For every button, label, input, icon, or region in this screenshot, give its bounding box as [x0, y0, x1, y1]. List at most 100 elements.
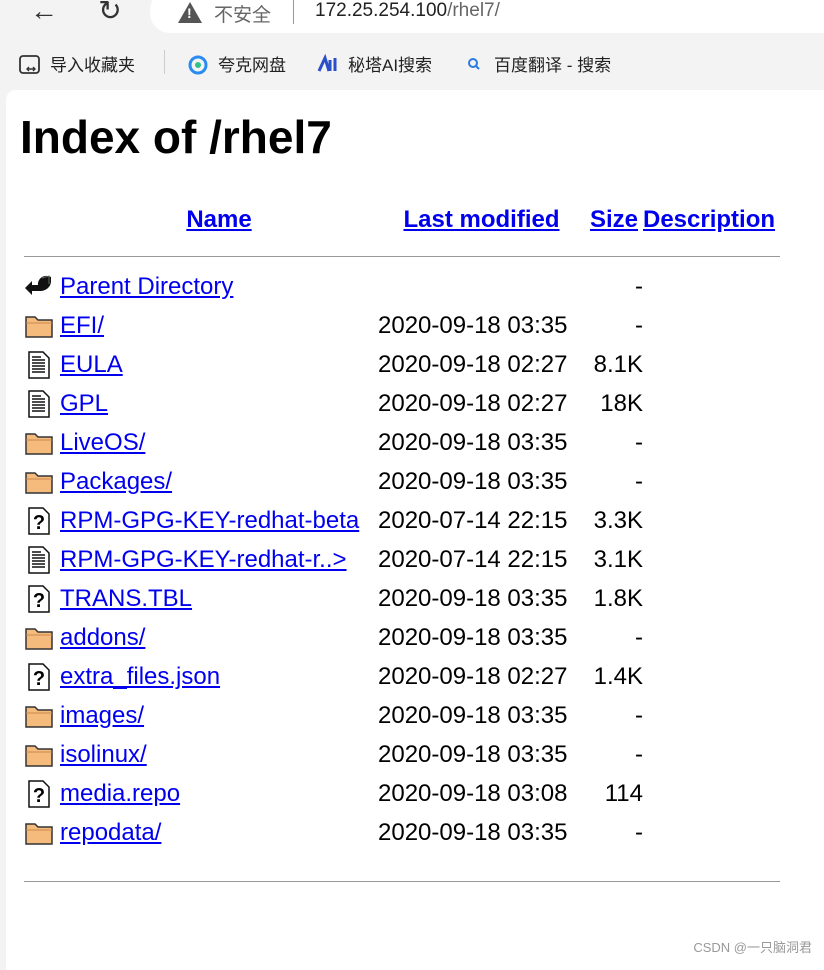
bookmark-label: 导入收藏夹	[50, 56, 135, 75]
size-cell: -	[635, 701, 643, 729]
table-row: ? TRANS.TBL 2020-09-18 03:35 1.8K	[24, 579, 783, 618]
file-link[interactable]: Parent Directory	[60, 273, 233, 300]
file-link[interactable]: EFI/	[60, 312, 104, 339]
unknown-file-icon: ?	[24, 506, 54, 535]
bookmark-label: 百度翻译 - 搜索	[494, 56, 612, 75]
divider	[24, 881, 780, 882]
unknown-file-icon: ?	[24, 779, 54, 808]
text-file-icon	[24, 350, 54, 379]
divider	[293, 0, 294, 24]
unknown-file-icon: ?	[24, 662, 54, 691]
size-cell: 8.1K	[593, 350, 643, 378]
svg-text:?: ?	[33, 785, 45, 807]
table-row: LiveOS/ 2020-09-18 03:35 -	[24, 423, 783, 462]
bookmark-metaso[interactable]: 秘塔AI搜索	[316, 51, 432, 76]
file-link[interactable]: Packages/	[60, 468, 172, 495]
file-link[interactable]: RPM-GPG-KEY-redhat-r..>	[60, 546, 347, 573]
modified-cell: 2020-09-18 03:35	[378, 428, 568, 456]
reload-icon[interactable]: ↻	[92, 0, 128, 30]
import-folder-icon	[19, 54, 40, 74]
page-title: Index of /rhel7	[20, 111, 332, 163]
table-row: ? media.repo 2020-09-18 03:08 114	[24, 774, 783, 813]
search-icon	[468, 57, 480, 70]
file-link[interactable]: extra_files.json	[60, 663, 220, 690]
svg-text:?: ?	[33, 668, 45, 690]
file-link[interactable]: TRANS.TBL	[60, 585, 192, 612]
sort-by-name[interactable]: Name	[186, 206, 251, 233]
size-cell: -	[635, 311, 643, 339]
table-row: GPL 2020-09-18 02:27 18K	[24, 384, 783, 423]
table-row: RPM-GPG-KEY-redhat-r..> 2020-07-14 22:15…	[24, 540, 783, 579]
table-row: ? RPM-GPG-KEY-redhat-beta 2020-07-14 22:…	[24, 501, 783, 540]
file-link[interactable]: media.repo	[60, 780, 180, 807]
modified-cell: 2020-07-14 22:15	[378, 545, 568, 573]
security-label[interactable]: 不安全	[214, 0, 271, 27]
page-content: Index of /rhel7 Name Last modified Size …	[6, 90, 824, 970]
file-link[interactable]: RPM-GPG-KEY-redhat-beta	[60, 507, 359, 534]
table-row: EFI/ 2020-09-18 03:35 -	[24, 306, 783, 345]
size-cell: -	[635, 818, 643, 846]
bookmark-label: 秘塔AI搜索	[348, 56, 433, 75]
table-row: EULA 2020-09-18 02:27 8.1K	[24, 345, 783, 384]
size-cell: 18K	[600, 389, 643, 417]
file-listing: Name Last modified Size Description Pare…	[24, 195, 783, 882]
file-link[interactable]: addons/	[60, 624, 145, 651]
modified-cell: 2020-09-18 03:35	[378, 311, 568, 339]
table-row: addons/ 2020-09-18 03:35 -	[24, 618, 783, 657]
size-cell: 3.1K	[593, 545, 643, 573]
svg-text:?: ?	[33, 590, 45, 612]
unknown-file-icon: ?	[24, 584, 54, 613]
sort-by-modified[interactable]: Last modified	[403, 206, 559, 233]
url-host: 172.25.254.100	[315, 0, 448, 21]
folder-icon	[24, 740, 54, 767]
sort-by-size[interactable]: Size	[590, 206, 638, 233]
file-link[interactable]: isolinux/	[60, 741, 147, 768]
modified-cell: 2020-09-18 03:35	[378, 584, 568, 612]
url-text[interactable]: 172.25.254.100/rhel7/	[315, 0, 500, 22]
size-cell: 114	[604, 779, 643, 807]
table-row: Packages/ 2020-09-18 03:35 -	[24, 462, 783, 501]
bookmark-label: 夸克网盘	[218, 56, 286, 75]
file-link[interactable]: repodata/	[60, 819, 161, 846]
modified-cell	[378, 267, 585, 306]
size-cell: -	[635, 272, 643, 300]
address-bar[interactable]: 不安全 172.25.254.100/rhel7/	[150, 0, 824, 33]
modified-cell: 2020-07-14 22:15	[378, 506, 568, 534]
folder-icon	[24, 623, 54, 650]
bookmark-baidu-translate[interactable]: 百度翻译 - 搜索	[464, 51, 611, 76]
modified-cell: 2020-09-18 02:27	[378, 662, 568, 690]
folder-icon	[24, 467, 54, 494]
folder-icon	[24, 311, 54, 338]
file-link[interactable]: LiveOS/	[60, 429, 145, 456]
back-arrow-icon[interactable]: ←	[26, 0, 62, 30]
modified-cell: 2020-09-18 03:35	[378, 623, 568, 651]
modified-cell: 2020-09-18 03:35	[378, 740, 568, 768]
table-row: images/ 2020-09-18 03:35 -	[24, 696, 783, 735]
modified-cell: 2020-09-18 03:35	[378, 467, 568, 495]
divider	[24, 255, 780, 257]
size-cell: -	[635, 740, 643, 768]
svg-text:?: ?	[33, 512, 45, 534]
watermark: CSDN @一只脑洞君	[693, 940, 812, 955]
bookmarks-bar: 导入收藏夹 夸克网盘 秘塔AI搜索 百度翻译 - 搜索	[0, 48, 824, 78]
modified-cell: 2020-09-18 03:35	[378, 818, 568, 846]
browser-toolbar: ← ↻ 不安全 172.25.254.100/rhel7/	[0, 0, 824, 45]
bookmark-import[interactable]: 导入收藏夹	[18, 51, 135, 76]
size-cell: -	[635, 428, 643, 456]
metaso-icon	[317, 53, 337, 72]
file-link[interactable]: EULA	[60, 351, 123, 378]
cloud-icon	[188, 55, 208, 74]
file-link[interactable]: images/	[60, 702, 144, 729]
table-row: Parent Directory -	[24, 267, 783, 306]
divider	[164, 50, 165, 74]
size-cell: 1.8K	[593, 584, 643, 612]
modified-cell: 2020-09-18 02:27	[378, 350, 568, 378]
table-row: isolinux/ 2020-09-18 03:35 -	[24, 735, 783, 774]
sort-by-description[interactable]: Description	[643, 206, 775, 233]
size-cell: -	[635, 467, 643, 495]
size-cell: 3.3K	[593, 506, 643, 534]
table-row: repodata/ 2020-09-18 03:35 -	[24, 813, 783, 852]
text-file-icon	[24, 545, 54, 574]
bookmark-quark[interactable]: 夸克网盘	[186, 51, 286, 76]
file-link[interactable]: GPL	[60, 390, 108, 417]
